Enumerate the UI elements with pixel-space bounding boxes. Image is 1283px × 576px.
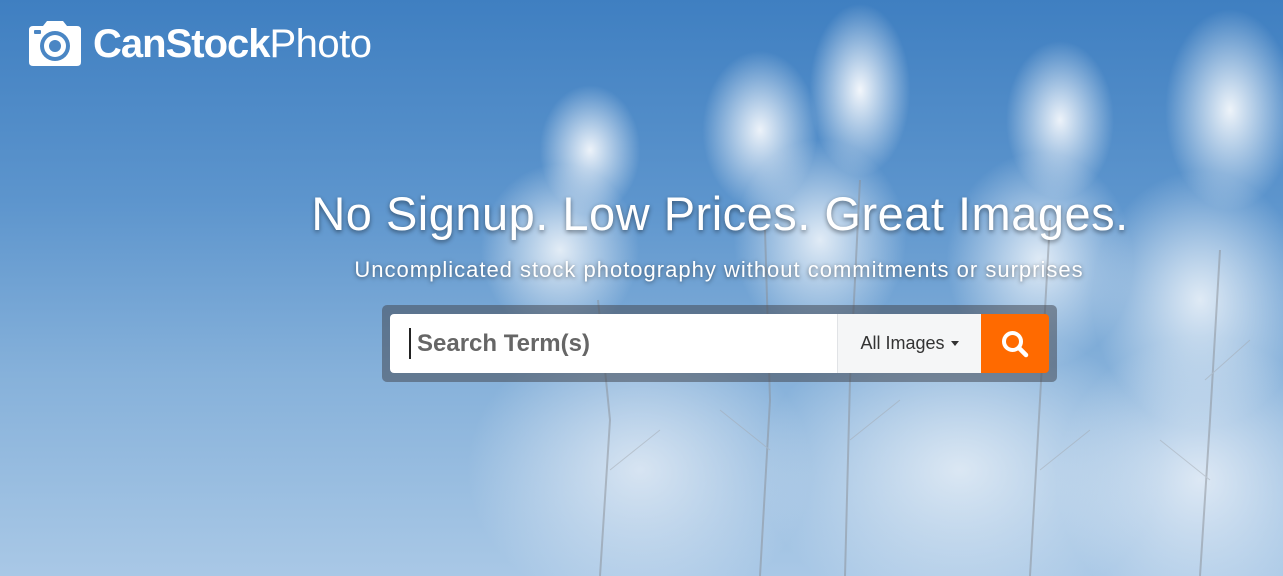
hero-subheadline: Uncomplicated stock photography without … (354, 257, 1084, 282)
camera-icon (29, 21, 81, 66)
search-icon (1002, 330, 1029, 357)
hero-background (0, 0, 1283, 576)
brand-name-bold: CanStock (93, 21, 270, 66)
image-type-dropdown[interactable]: All Images (837, 314, 981, 373)
logo[interactable]: CanStock Photo (25, 20, 372, 68)
brand-name-light: Photo (269, 21, 373, 66)
hero-headline: No Signup. Low Prices. Great Images. (311, 187, 1129, 240)
tree-branches-decoration (597, 179, 1251, 576)
search-button[interactable] (981, 314, 1049, 373)
search-input[interactable] (390, 314, 837, 373)
chevron-down-icon (950, 341, 959, 346)
text-cursor (409, 328, 411, 359)
image-type-label: All Images (860, 333, 945, 353)
